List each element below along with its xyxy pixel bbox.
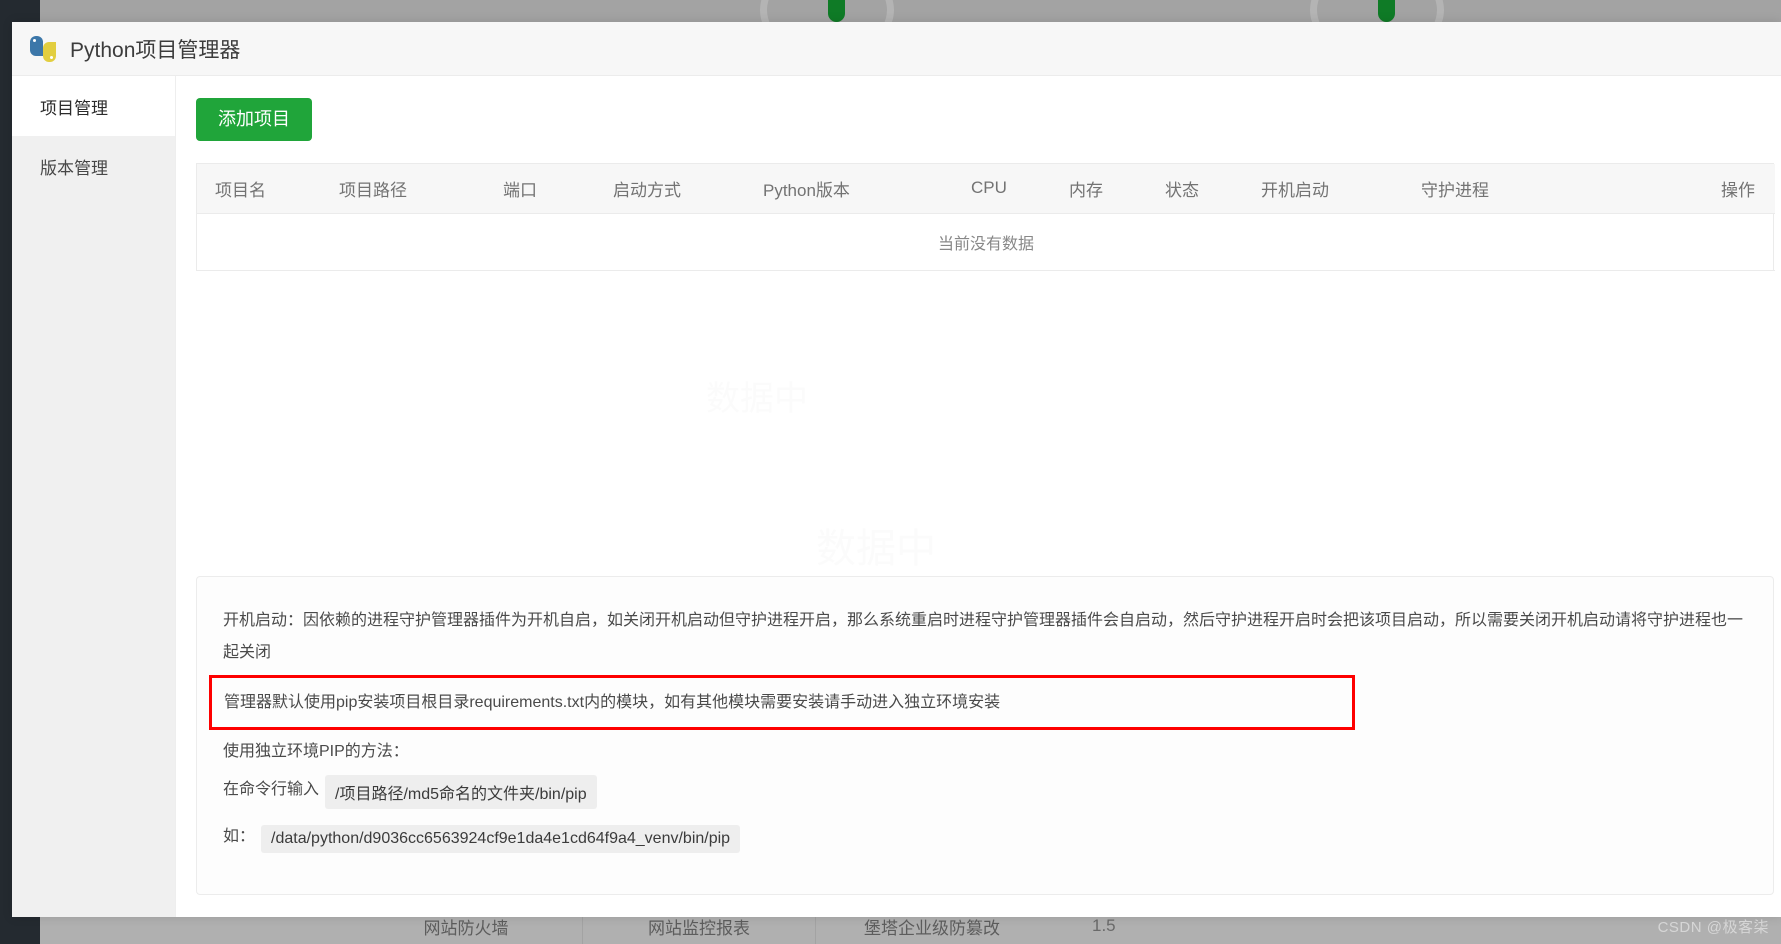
modal-header: Python项目管理器 bbox=[12, 22, 1781, 76]
note-example-row: 如： /data/python/d9036cc6563924cf9e1da4e1… bbox=[223, 821, 1747, 858]
column-header-status[interactable]: 状态 bbox=[1147, 163, 1243, 215]
note-requirements: 管理器默认使用pip安装项目根目录requirements.txt内的模块，如有… bbox=[224, 694, 1001, 712]
body-watermark: 数据中 bbox=[706, 380, 808, 418]
csdn-watermark: CSDN @极客柒 bbox=[1657, 919, 1769, 936]
note-pip-method: 使用独立环境PIP的方法： bbox=[223, 743, 409, 761]
note-command-row: 在命令行输入 /项目路径/md5命名的文件夹/bin/pip bbox=[223, 774, 1747, 811]
sidebar-item-label: 版本管理 bbox=[40, 158, 108, 178]
note-boot-start: 开机启动：因依赖的进程守护管理器插件为开机自启，如关闭开机启动但守护进程开启，那… bbox=[223, 612, 1744, 662]
note-example-code: /data/python/d9036cc6563924cf9e1da4e1cd6… bbox=[261, 825, 741, 854]
projects-table-container: 项目名 项目路径 端口 启动方式 Python版本 CPU 内存 状态 开机启动… bbox=[196, 162, 1775, 272]
projects-table: 项目名 项目路径 端口 启动方式 Python版本 CPU 内存 状态 开机启动… bbox=[197, 163, 1775, 272]
table-empty-row: 当前没有数据 bbox=[197, 213, 1775, 272]
background-dot-decoration bbox=[1378, 0, 1395, 22]
notes-panel: 开机启动：因依赖的进程守护管理器插件为开机自启，如关闭开机启动但守护进程开启，那… bbox=[196, 576, 1774, 895]
column-header-port[interactable]: 端口 bbox=[485, 163, 595, 215]
sidebar-item-version-management[interactable]: 版本管理 bbox=[12, 136, 175, 196]
column-header-cpu[interactable]: CPU bbox=[953, 163, 1051, 215]
sidebar: 项目管理 版本管理 bbox=[12, 76, 176, 917]
background-version-text: 1.5 bbox=[1092, 916, 1116, 935]
note-command-code: /项目路径/md5命名的文件夹/bin/pip bbox=[325, 775, 597, 810]
table-header-row: 项目名 项目路径 端口 启动方式 Python版本 CPU 内存 状态 开机启动… bbox=[197, 163, 1775, 215]
column-header-project-name[interactable]: 项目名 bbox=[197, 163, 321, 215]
project-manager-modal: Python项目管理器 项目管理 版本管理 添加项目 项目名 项目路径 端口 启… bbox=[12, 22, 1781, 917]
column-header-boot-start[interactable]: 开机启动 bbox=[1243, 163, 1403, 215]
background-dot-decoration bbox=[828, 0, 845, 22]
python-logo-icon bbox=[30, 35, 56, 62]
column-header-actions[interactable]: 操作 bbox=[1575, 163, 1775, 215]
main-content: 添加项目 项目名 项目路径 端口 启动方式 Python版本 CPU 内存 状态… bbox=[176, 76, 1781, 917]
column-header-project-path[interactable]: 项目路径 bbox=[321, 163, 485, 215]
note-highlight-box: 管理器默认使用pip安装项目根目录requirements.txt内的模块，如有… bbox=[209, 675, 1355, 731]
modal-body: 项目管理 版本管理 添加项目 项目名 项目路径 端口 启动方式 Python版本… bbox=[12, 76, 1781, 917]
empty-state-text: 当前没有数据 bbox=[197, 213, 1775, 272]
note-command-label: 在命令行输入 bbox=[223, 780, 320, 798]
column-header-start-mode[interactable]: 启动方式 bbox=[595, 163, 745, 215]
body-watermark: 数据中 bbox=[816, 527, 936, 571]
note-example-label: 如： bbox=[223, 827, 256, 845]
screen: 网站防火墙 网站监控报表 堡塔企业级防篡改 1.5 Python项目管理器 项目… bbox=[0, 0, 1781, 944]
column-header-memory[interactable]: 内存 bbox=[1051, 163, 1147, 215]
column-header-python-version[interactable]: Python版本 bbox=[745, 163, 953, 215]
page-title: Python项目管理器 bbox=[70, 38, 241, 62]
add-project-button[interactable]: 添加项目 bbox=[196, 98, 312, 141]
sidebar-item-label: 项目管理 bbox=[40, 98, 108, 118]
column-header-daemon[interactable]: 守护进程 bbox=[1403, 163, 1575, 215]
sidebar-item-project-management[interactable]: 项目管理 bbox=[12, 76, 175, 136]
